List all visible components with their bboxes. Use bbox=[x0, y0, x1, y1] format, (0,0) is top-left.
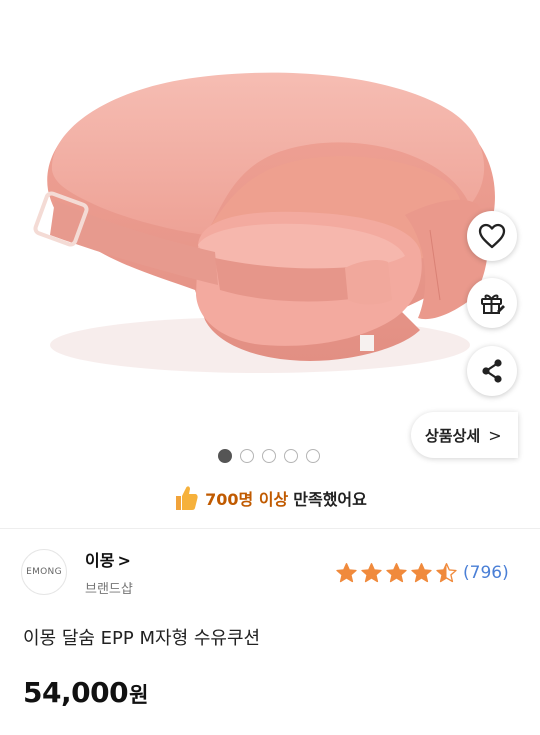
gift-icon bbox=[481, 294, 505, 314]
carousel-dot[interactable] bbox=[306, 449, 320, 463]
section-divider bbox=[0, 528, 540, 529]
star-icon bbox=[386, 563, 407, 583]
carousel-indicator[interactable] bbox=[218, 449, 320, 463]
chevron-right-icon: > bbox=[488, 425, 502, 445]
product-price: 54,000원 bbox=[23, 676, 148, 709]
star-rating bbox=[335, 561, 458, 584]
star-icon bbox=[411, 563, 432, 583]
satisfaction-banner: 700명 이상 만족했어요 bbox=[0, 480, 540, 516]
satisfaction-text: 만족했어요 bbox=[293, 490, 367, 509]
price-value: 54,000 bbox=[23, 676, 129, 709]
share-icon bbox=[482, 359, 502, 383]
brand-name: 이몽 bbox=[85, 551, 115, 570]
product-name: 이몽 달숨 EPP M자형 수유쿠션 bbox=[23, 628, 261, 649]
heart-icon bbox=[478, 223, 506, 249]
carousel-dot[interactable] bbox=[218, 449, 232, 463]
star-icon bbox=[436, 563, 457, 583]
like-button[interactable] bbox=[467, 211, 517, 261]
product-detail-label: 상품상세 bbox=[425, 426, 481, 445]
review-count-link[interactable]: (796) bbox=[463, 563, 509, 583]
brand-logo-text: EMONG bbox=[26, 567, 62, 577]
star-icon bbox=[336, 563, 357, 583]
brand-logo[interactable]: EMONG bbox=[21, 549, 67, 595]
chevron-right-icon: > bbox=[117, 551, 131, 570]
satisfaction-count: 700명 이상 bbox=[205, 490, 289, 509]
product-image bbox=[33, 72, 495, 373]
share-button[interactable] bbox=[467, 346, 517, 396]
carousel-dot[interactable] bbox=[240, 449, 254, 463]
product-image-carousel[interactable] bbox=[0, 0, 540, 440]
star-icon bbox=[361, 563, 382, 583]
carousel-dot[interactable] bbox=[262, 449, 276, 463]
thumbs-up-icon bbox=[176, 486, 198, 510]
brand-name-link[interactable]: 이몽 > bbox=[85, 547, 131, 571]
brand-subtitle: 브랜드샵 bbox=[85, 582, 133, 597]
price-currency: 원 bbox=[129, 683, 148, 707]
gift-button[interactable] bbox=[467, 278, 517, 328]
product-detail-button[interactable]: 상품상세 > bbox=[411, 412, 518, 458]
carousel-dot[interactable] bbox=[284, 449, 298, 463]
rating-summary[interactable]: (796) bbox=[335, 561, 509, 584]
